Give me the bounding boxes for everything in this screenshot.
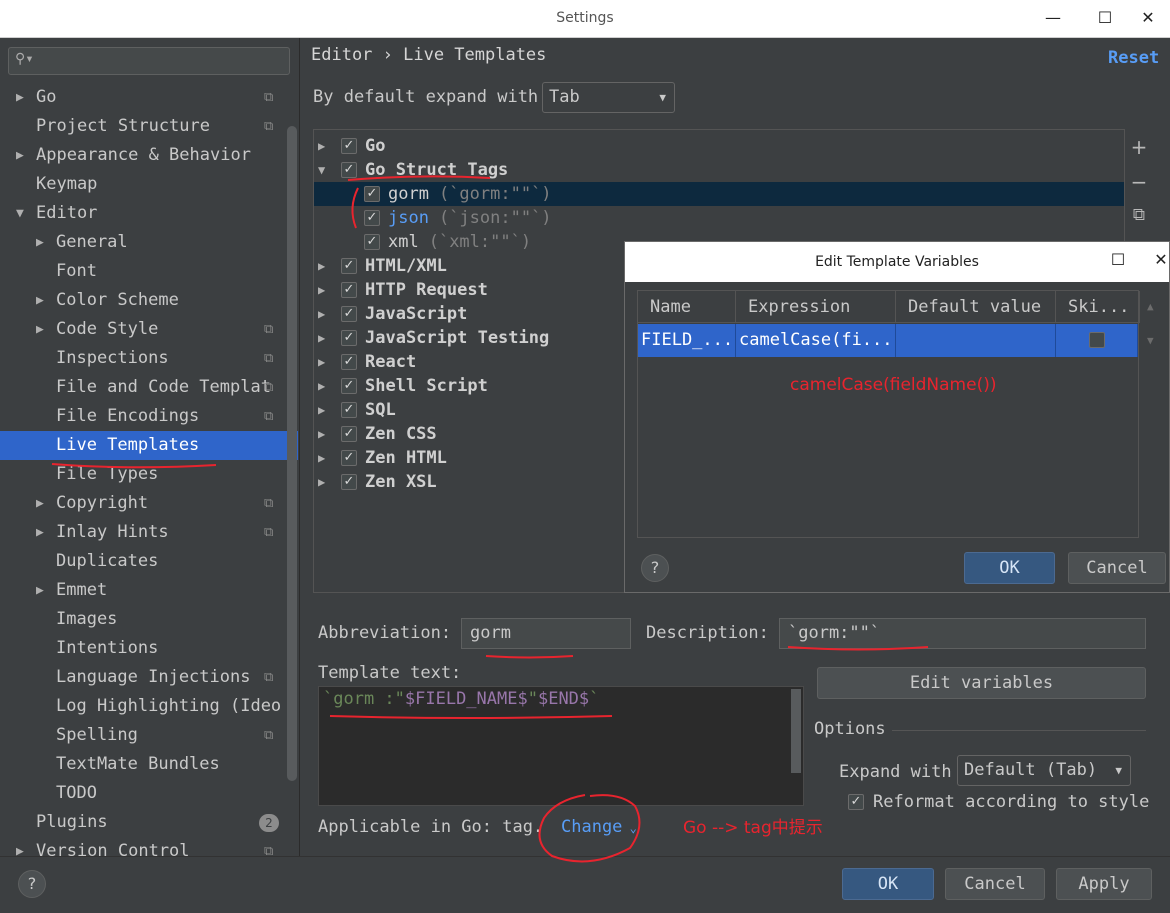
annotation-marks [51, 175, 929, 863]
